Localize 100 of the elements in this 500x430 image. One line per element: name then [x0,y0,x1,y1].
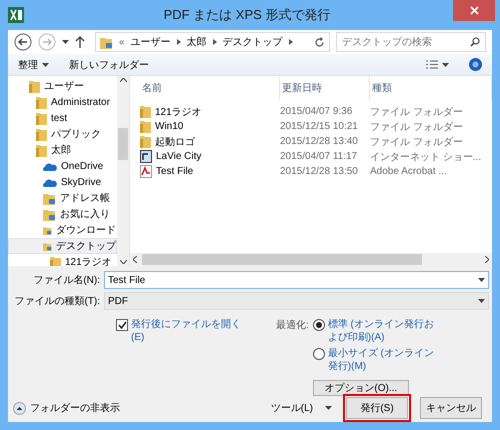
cancel-button[interactable]: キャンセル [420,397,482,419]
chevron-icon [176,39,181,45]
refresh-icon[interactable] [314,36,325,48]
folder-icon [36,144,47,156]
scrollbar-thumb[interactable] [142,254,422,265]
column-header[interactable]: 更新日時 [280,76,370,100]
folder-icon [140,105,151,118]
publish-button[interactable]: 発行(S) [346,397,408,419]
file-row[interactable]: Test File 2015/12/28 13:50 Adobe Acrobat ... [130,164,492,179]
vertical-scrollbar[interactable] [117,76,129,266]
file-type: インターネット ショー... [370,150,482,164]
file-name: 121ラジオ [155,106,202,118]
file-type: ファイル フォルダー [370,106,463,118]
modified-date: 2015/04/07 11:17 [280,151,358,162]
file-row[interactable]: 起動ロゴ 2015/12/28 13:40 ファイル フォルダー [130,134,492,149]
tree-item[interactable]: Administrator [8,94,117,110]
optimize-label: 最適化: [276,318,309,333]
folder-icon [29,80,40,92]
file-type-dropdown[interactable]: PDF [104,292,489,310]
file-name: Test File [156,166,194,177]
open-after-label[interactable]: 発行後にファイルを開く(E) [131,318,241,344]
column-header[interactable]: 名前 [140,76,280,100]
horizontal-scrollbar[interactable] [130,253,492,266]
up-button[interactable] [75,36,85,48]
pdf-file-icon [140,165,152,178]
options-button[interactable]: オプション(O)... [312,380,409,396]
caret-icon [478,278,485,282]
chevron-icon [288,39,293,45]
tree-item[interactable]: デスクトップ [8,238,117,254]
file-type: ファイル フォルダー [370,136,463,148]
radio-button[interactable] [312,319,325,331]
tree-item[interactable]: test [8,110,117,126]
folder-icon [140,120,151,133]
window-title: PDF または XPS 形式で発行 [162,6,332,24]
tools-button[interactable]: ツール(L) [270,401,332,415]
caret-icon [42,62,49,66]
scroll-right-icon[interactable] [485,256,489,263]
back-button[interactable] [14,33,32,51]
breadcrumb[interactable]: デスクトップ [222,35,283,49]
radio-label[interactable]: 標準 (オンライン発行および印刷)(A) [328,318,438,344]
tree-item[interactable]: アドレス帳 [8,190,117,206]
close-button[interactable] [453,0,495,21]
address-bar[interactable]: « ユーザー 太郎 デスクトップ [95,32,330,52]
tree-item[interactable]: パブリック [8,126,117,142]
scrollbar-thumb[interactable] [118,128,128,160]
file-row[interactable]: LaVie City 2015/04/07 11:17 インターネット ショー... [130,149,492,164]
modified-date: 2015/12/28 13:50 [280,166,358,177]
scroll-up-icon[interactable] [120,78,126,82]
file-name: Win10 [155,121,184,132]
shortcut-icon [140,150,152,163]
file-type: Adobe Acrobat ... [370,166,447,177]
file-name: LaVie City [156,151,202,162]
new-folder-button[interactable]: 新しいフォルダー [69,58,149,72]
folder-icon [100,36,113,48]
radio-label[interactable]: 最小サイズ (オンライン発行)(M) [328,347,438,373]
modified-date: 2015/04/07 9:36 [280,106,352,117]
organize-button[interactable]: 整理 [18,58,49,72]
file-name-label: ファイル名(N): [32,274,101,287]
tree-item[interactable]: ユーザー [8,78,117,94]
caret-icon [62,40,69,44]
cloud-icon [43,162,57,170]
tree-item[interactable]: お気に入り [8,206,117,222]
address-overflow[interactable]: « [119,36,125,48]
file-row[interactable]: Win10 2015/12/15 10:21 ファイル フォルダー [130,119,492,134]
checkbox[interactable] [116,319,128,331]
file-name-field[interactable]: Test File [104,271,489,289]
caret-icon [478,299,485,303]
tree-item[interactable]: OneDrive [8,158,117,174]
recent-dropdown-button[interactable] [62,40,69,44]
help-icon[interactable] [469,58,482,71]
scroll-down-icon[interactable] [120,260,126,264]
view-options-button[interactable] [426,60,449,69]
search-icon [470,37,480,47]
radio-button[interactable] [312,348,325,360]
folder-icon [50,256,61,266]
caret-icon [442,62,449,66]
tree-item[interactable]: 太郎 [8,142,117,158]
file-type-label: ファイルの種類(T): [13,294,101,308]
breadcrumb[interactable]: ユーザー [130,35,171,49]
tree-item[interactable]: SkyDrive [8,174,117,190]
close-icon [470,6,478,15]
breadcrumb[interactable]: 太郎 [186,35,207,49]
scroll-left-icon[interactable] [133,256,137,263]
folder-icon [140,135,151,148]
file-type: ファイル フォルダー [370,120,463,134]
folder-icon [36,128,47,140]
file-row[interactable]: 121ラジオ 2015/04/07 9:36 ファイル フォルダー [130,104,492,119]
tree-item[interactable]: 121ラジオ [8,254,117,266]
file-name: 起動ロゴ [155,136,195,148]
hide-folders-button[interactable]: フォルダーの非表示 [13,401,120,415]
caret-icon [325,406,332,410]
spreadsheet-app-icon [8,7,24,23]
modified-date: 2015/12/15 10:21 [280,121,358,132]
folder-icon [43,208,56,220]
column-header[interactable]: 種類 [370,76,492,100]
folder-icon [36,96,47,108]
cloud-icon [43,178,57,186]
search-field[interactable]: デスクトップの検索 [336,32,486,52]
collapse-icon [13,402,26,414]
tree-item[interactable]: ダウンロード [8,222,117,238]
